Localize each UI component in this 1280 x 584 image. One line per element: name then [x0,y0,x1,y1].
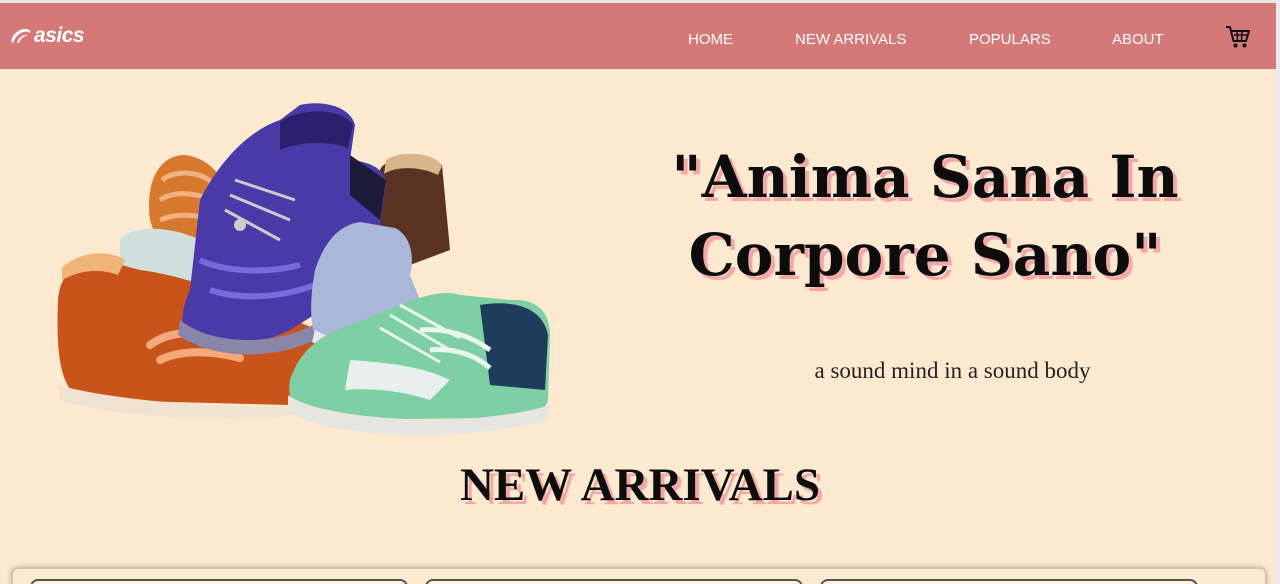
new-arrivals-heading: NEW ARRIVALS [459,459,821,511]
hero-subtitle: a sound mind in a sound body [814,358,1091,383]
product-card[interactable] [425,579,803,584]
hero-title: "Anima Sana In Corpore Sano" [600,138,1250,294]
navbar: asics HOME NEW ARRIVALS POPULARS ABOUT [0,3,1276,69]
product-card[interactable] [30,579,408,584]
window-right-edge [1276,0,1280,584]
brand-logo[interactable]: asics [10,23,85,49]
nav-home[interactable]: HOME [688,31,733,48]
sneakers-stack-image [57,103,550,435]
nav-populars[interactable]: POPULARS [969,31,1051,48]
hero-title-line-1: "Anima Sana In [671,143,1179,211]
logo-text: asics [34,24,85,47]
product-card[interactable] [820,579,1198,584]
nav-new-arrivals[interactable]: NEW ARRIVALS [795,31,906,48]
shopping-cart-icon[interactable] [1225,24,1251,50]
hero-title-line-2: Corpore Sano" [688,221,1162,289]
nav-about[interactable]: ABOUT [1112,31,1164,48]
asics-stripe-icon [11,28,31,43]
